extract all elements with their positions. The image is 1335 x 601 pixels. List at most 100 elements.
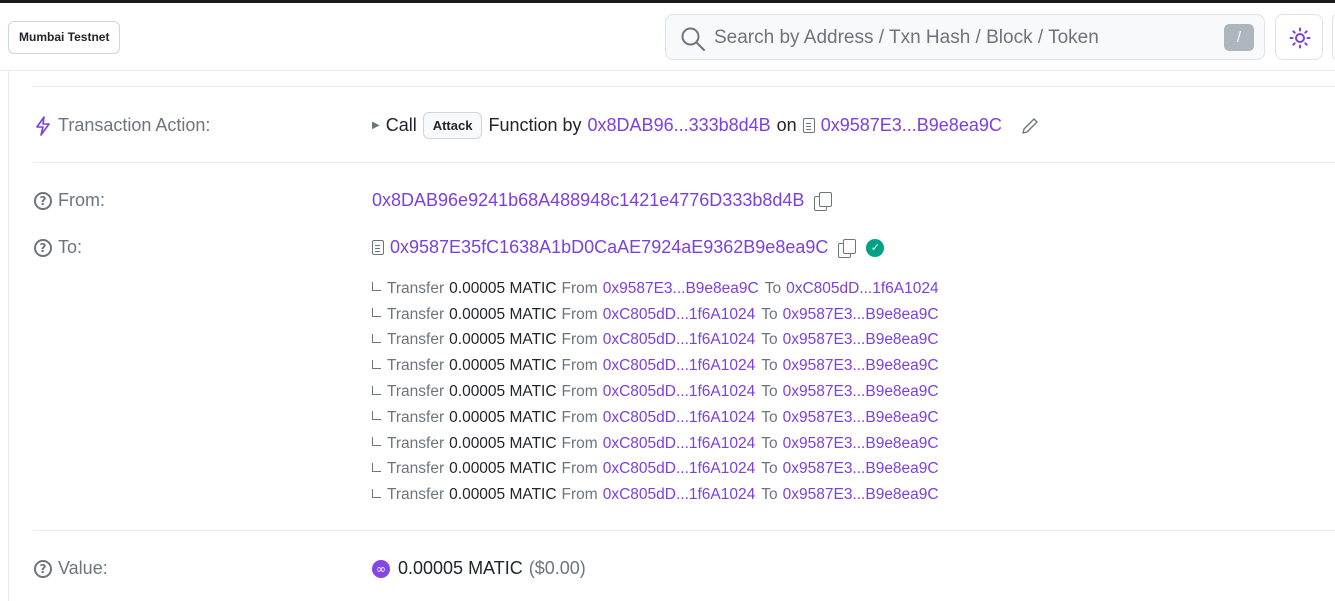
transfer-row: Transfer 0.00005 MATIC From 0xC805dD...1…	[372, 457, 945, 483]
transfer-to-link[interactable]: 0x9587E3...B9e8ea9C	[783, 383, 939, 401]
transfer-word: Transfer	[387, 331, 445, 349]
contract-icon	[802, 118, 815, 133]
from-word: From	[561, 434, 598, 452]
help-icon[interactable]: ?	[34, 559, 52, 578]
tree-branch-icon	[372, 385, 381, 395]
from-label-row: ? From:	[34, 190, 105, 211]
copy-icon[interactable]	[814, 192, 833, 211]
transfer-from-link[interactable]: 0xC805dD...1f6A1024	[603, 357, 756, 375]
method-badge: Attack	[422, 112, 483, 139]
divider	[33, 530, 1335, 531]
transfer-amount: 0.00005 MATIC	[449, 357, 557, 375]
from-word: From	[561, 486, 598, 504]
transfer-to-link[interactable]: 0x9587E3...B9e8ea9C	[783, 357, 939, 375]
value-label-row: ? Value:	[34, 558, 108, 579]
from-word: From	[561, 357, 598, 375]
to-label-row: ? To:	[34, 237, 82, 258]
transfer-from-link[interactable]: 0x9587E3...B9e8ea9C	[603, 280, 759, 298]
network-selector-button[interactable]: Mumbai Testnet	[8, 21, 121, 54]
from-word: From	[561, 408, 598, 426]
transfer-from-link[interactable]: 0xC805dD...1f6A1024	[603, 460, 756, 478]
to-word: To	[761, 408, 778, 426]
from-word: From	[561, 460, 598, 478]
transfer-to-link[interactable]: 0x9587E3...B9e8ea9C	[783, 306, 939, 324]
transfer-row: Transfer 0.00005 MATIC From 0xC805dD...1…	[372, 379, 945, 405]
to-word: To	[761, 460, 778, 478]
expand-caret-icon[interactable]: ▶	[372, 120, 380, 131]
to-word: To	[761, 383, 778, 401]
value-amount: 0.00005 MATIC	[398, 558, 523, 578]
transfer-to-link[interactable]: 0x9587E3...B9e8ea9C	[783, 486, 939, 504]
to-word: To	[761, 434, 778, 452]
search-bar[interactable]: Search by Address / Txn Hash / Block / T…	[665, 14, 1265, 60]
caller-address-link[interactable]: 0x8DAB96...333b8d4B	[588, 115, 771, 136]
transfer-amount: 0.00005 MATIC	[449, 486, 557, 504]
transfer-to-link[interactable]: 0x9587E3...B9e8ea9C	[783, 331, 939, 349]
transfer-from-link[interactable]: 0xC805dD...1f6A1024	[603, 409, 756, 427]
tree-branch-icon	[372, 308, 381, 318]
transfer-row: Transfer 0.00005 MATIC From 0x9587E3...B…	[372, 276, 945, 302]
transfer-from-link[interactable]: 0xC805dD...1f6A1024	[603, 306, 756, 324]
transfer-to-link[interactable]: 0x9587E3...B9e8ea9C	[783, 409, 939, 427]
transfer-word: Transfer	[387, 460, 445, 478]
transfer-from-link[interactable]: 0xC805dD...1f6A1024	[603, 435, 756, 453]
function-by-text: Function by	[488, 115, 582, 135]
transaction-action-value: ▶ Call Attack Function by 0x8DAB96...333…	[372, 112, 1040, 139]
transfer-word: Transfer	[387, 408, 445, 426]
tree-branch-icon	[372, 359, 381, 369]
help-icon[interactable]: ?	[34, 238, 52, 257]
transfer-amount: 0.00005 MATIC	[449, 460, 557, 478]
tree-branch-icon	[372, 437, 381, 447]
tree-branch-icon	[372, 282, 381, 292]
to-word: To	[761, 357, 778, 375]
transfer-amount: 0.00005 MATIC	[449, 434, 557, 452]
from-word: From	[561, 305, 598, 323]
lightning-icon	[36, 115, 50, 136]
sun-icon	[1289, 27, 1311, 49]
transfer-to-link[interactable]: 0xC805dD...1f6A1024	[786, 280, 939, 298]
divider	[33, 162, 1335, 163]
to-address-link[interactable]: 0x9587E35fC1638A1bD0CaAE7924aE9362B9e8ea…	[390, 237, 828, 258]
value-value: 0.00005 MATIC ($0.00)	[372, 558, 586, 579]
transfer-word: Transfer	[387, 434, 445, 452]
transfer-row: Transfer 0.00005 MATIC From 0xC805dD...1…	[372, 405, 945, 431]
header: Mumbai Testnet Search by Address / Txn H…	[0, 3, 1335, 71]
search-shortcut-badge: /	[1224, 24, 1254, 51]
transfer-word: Transfer	[387, 279, 445, 297]
transfer-to-link[interactable]: 0x9587E3...B9e8ea9C	[783, 435, 939, 453]
to-value: 0x9587E35fC1638A1bD0CaAE7924aE9362B9e8ea…	[372, 237, 885, 258]
divider	[33, 86, 1335, 87]
from-word: From	[561, 331, 598, 349]
transfer-word: Transfer	[387, 383, 445, 401]
internal-transfers-list: Transfer 0.00005 MATIC From 0x9587E3...B…	[372, 276, 945, 508]
to-word: To	[764, 279, 782, 297]
transfer-word: Transfer	[387, 305, 445, 323]
transfer-row: Transfer 0.00005 MATIC From 0xC805dD...1…	[372, 353, 945, 379]
transaction-action-label-row: Transaction Action:	[34, 115, 210, 136]
transfer-to-link[interactable]: 0x9587E3...B9e8ea9C	[783, 460, 939, 478]
pencil-icon[interactable]	[1020, 116, 1040, 136]
matic-token-icon	[372, 559, 390, 578]
transfer-word: Transfer	[387, 486, 445, 504]
transfer-word: Transfer	[387, 357, 445, 375]
from-value: 0x8DAB96e9241b68A488948c1421e4776D333b8d…	[372, 190, 833, 211]
theme-toggle-button[interactable]	[1275, 14, 1323, 60]
transfer-from-link[interactable]: 0xC805dD...1f6A1024	[603, 331, 756, 349]
to-label: To:	[58, 237, 83, 257]
contract-address-link[interactable]: 0x9587E3...B9e8ea9C	[821, 115, 1002, 136]
contract-icon	[372, 240, 384, 255]
to-word: To	[761, 486, 778, 504]
search-input[interactable]: Search by Address / Txn Hash / Block / T…	[714, 27, 1099, 49]
from-address-link[interactable]: 0x8DAB96e9241b68A488948c1421e4776D333b8d…	[372, 190, 804, 211]
transfer-amount: 0.00005 MATIC	[449, 383, 557, 401]
help-icon[interactable]: ?	[34, 191, 52, 210]
tree-branch-icon	[372, 333, 381, 343]
verified-check-icon: ✓	[866, 238, 885, 257]
copy-icon[interactable]	[838, 239, 857, 258]
transfer-row: Transfer 0.00005 MATIC From 0xC805dD...1…	[372, 302, 945, 328]
from-label: From:	[58, 190, 105, 210]
from-word: From	[561, 383, 598, 401]
transfer-from-link[interactable]: 0xC805dD...1f6A1024	[603, 383, 756, 401]
value-label: Value:	[58, 558, 108, 578]
transfer-from-link[interactable]: 0xC805dD...1f6A1024	[603, 486, 756, 504]
